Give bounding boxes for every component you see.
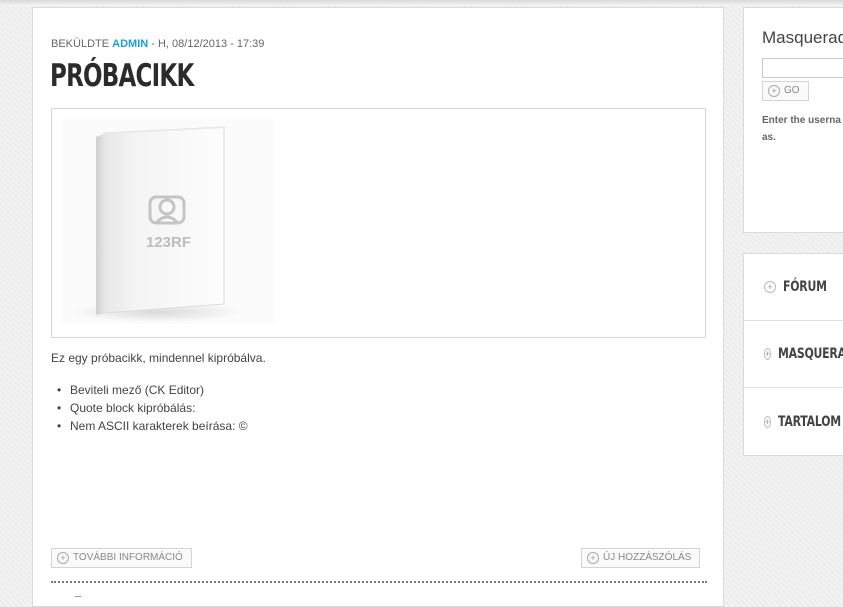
sidebar-item-label: FÓRUM [783, 279, 827, 295]
divider-fragment [75, 596, 81, 600]
list-item: • Nem ASCII karakterek beírása: © [57, 419, 248, 433]
sidebar-item-masquerade[interactable]: + MASQUERA [744, 321, 843, 388]
list-item: • Beviteli mező (CK Editor) [57, 383, 205, 397]
plus-circle-icon: + [587, 552, 599, 564]
masquerade-user-input[interactable] [762, 58, 843, 78]
add-comment-button[interactable]: + ÚJ HOZZÁSZÓLÁS [581, 548, 701, 568]
bullet-icon: • [57, 401, 62, 415]
article-image: 123RF [51, 108, 706, 338]
plus-circle-icon: + [764, 348, 772, 360]
submitted-by-label: BEKÜLDTE [51, 38, 110, 50]
top-shadow-bar [0, 0, 843, 6]
masquerade-block: Masquerad + GO Enter the userna as. [743, 7, 843, 233]
list-item: • Quote block kipróbálás: [57, 401, 196, 415]
article-panel: BEKÜLDTE ADMIN - H, 08/12/2013 - 17:39 P… [32, 7, 724, 607]
sidebar-item-forum[interactable]: + FÓRUM [744, 254, 843, 321]
masquerade-help-text: Enter the userna as. [762, 115, 841, 143]
read-more-button[interactable]: + TOVÁBBI INFORMÁCIÓ [51, 548, 192, 568]
go-button[interactable]: + GO [762, 81, 809, 101]
article-body: Ez egy próbacikk, mindennel kipróbálva. [51, 351, 266, 365]
book-image: 123RF [62, 119, 274, 324]
author-link[interactable]: ADMIN [112, 38, 148, 50]
masquerade-title: Masquerad [762, 28, 843, 47]
book-illustration: 123RF [72, 126, 242, 322]
sidebar-item-tartalom[interactable]: + TARTALOM [744, 388, 843, 455]
submitted-date: - H, 08/12/2013 - 17:39 [151, 38, 265, 50]
bullet-icon: • [57, 419, 62, 433]
sidebar-menu: + FÓRUM + MASQUERA + TARTALOM [743, 253, 843, 456]
plus-circle-icon: + [768, 85, 780, 97]
add-comment-label: ÚJ HOZZÁSZÓLÁS [603, 552, 692, 563]
page-title: PRÓBACIKK [50, 58, 194, 94]
bullet-icon: • [57, 383, 62, 397]
sidebar-item-label: TARTALOM [778, 413, 842, 430]
read-more-label: TOVÁBBI INFORMÁCIÓ [73, 552, 183, 563]
go-label: GO [784, 85, 800, 96]
article-bullet-list: • Beviteli mező (CK Editor) • Quote block … [57, 381, 248, 435]
plus-circle-icon: + [57, 552, 69, 564]
plus-circle-icon: + [764, 281, 776, 293]
divider [51, 581, 707, 583]
sidebar-item-label: MASQUERA [778, 346, 843, 362]
plus-circle-icon: + [764, 415, 772, 428]
article-meta: BEKÜLDTE ADMIN - H, 08/12/2013 - 17:39 [51, 38, 264, 50]
watermark-text: 123RF [146, 234, 191, 251]
